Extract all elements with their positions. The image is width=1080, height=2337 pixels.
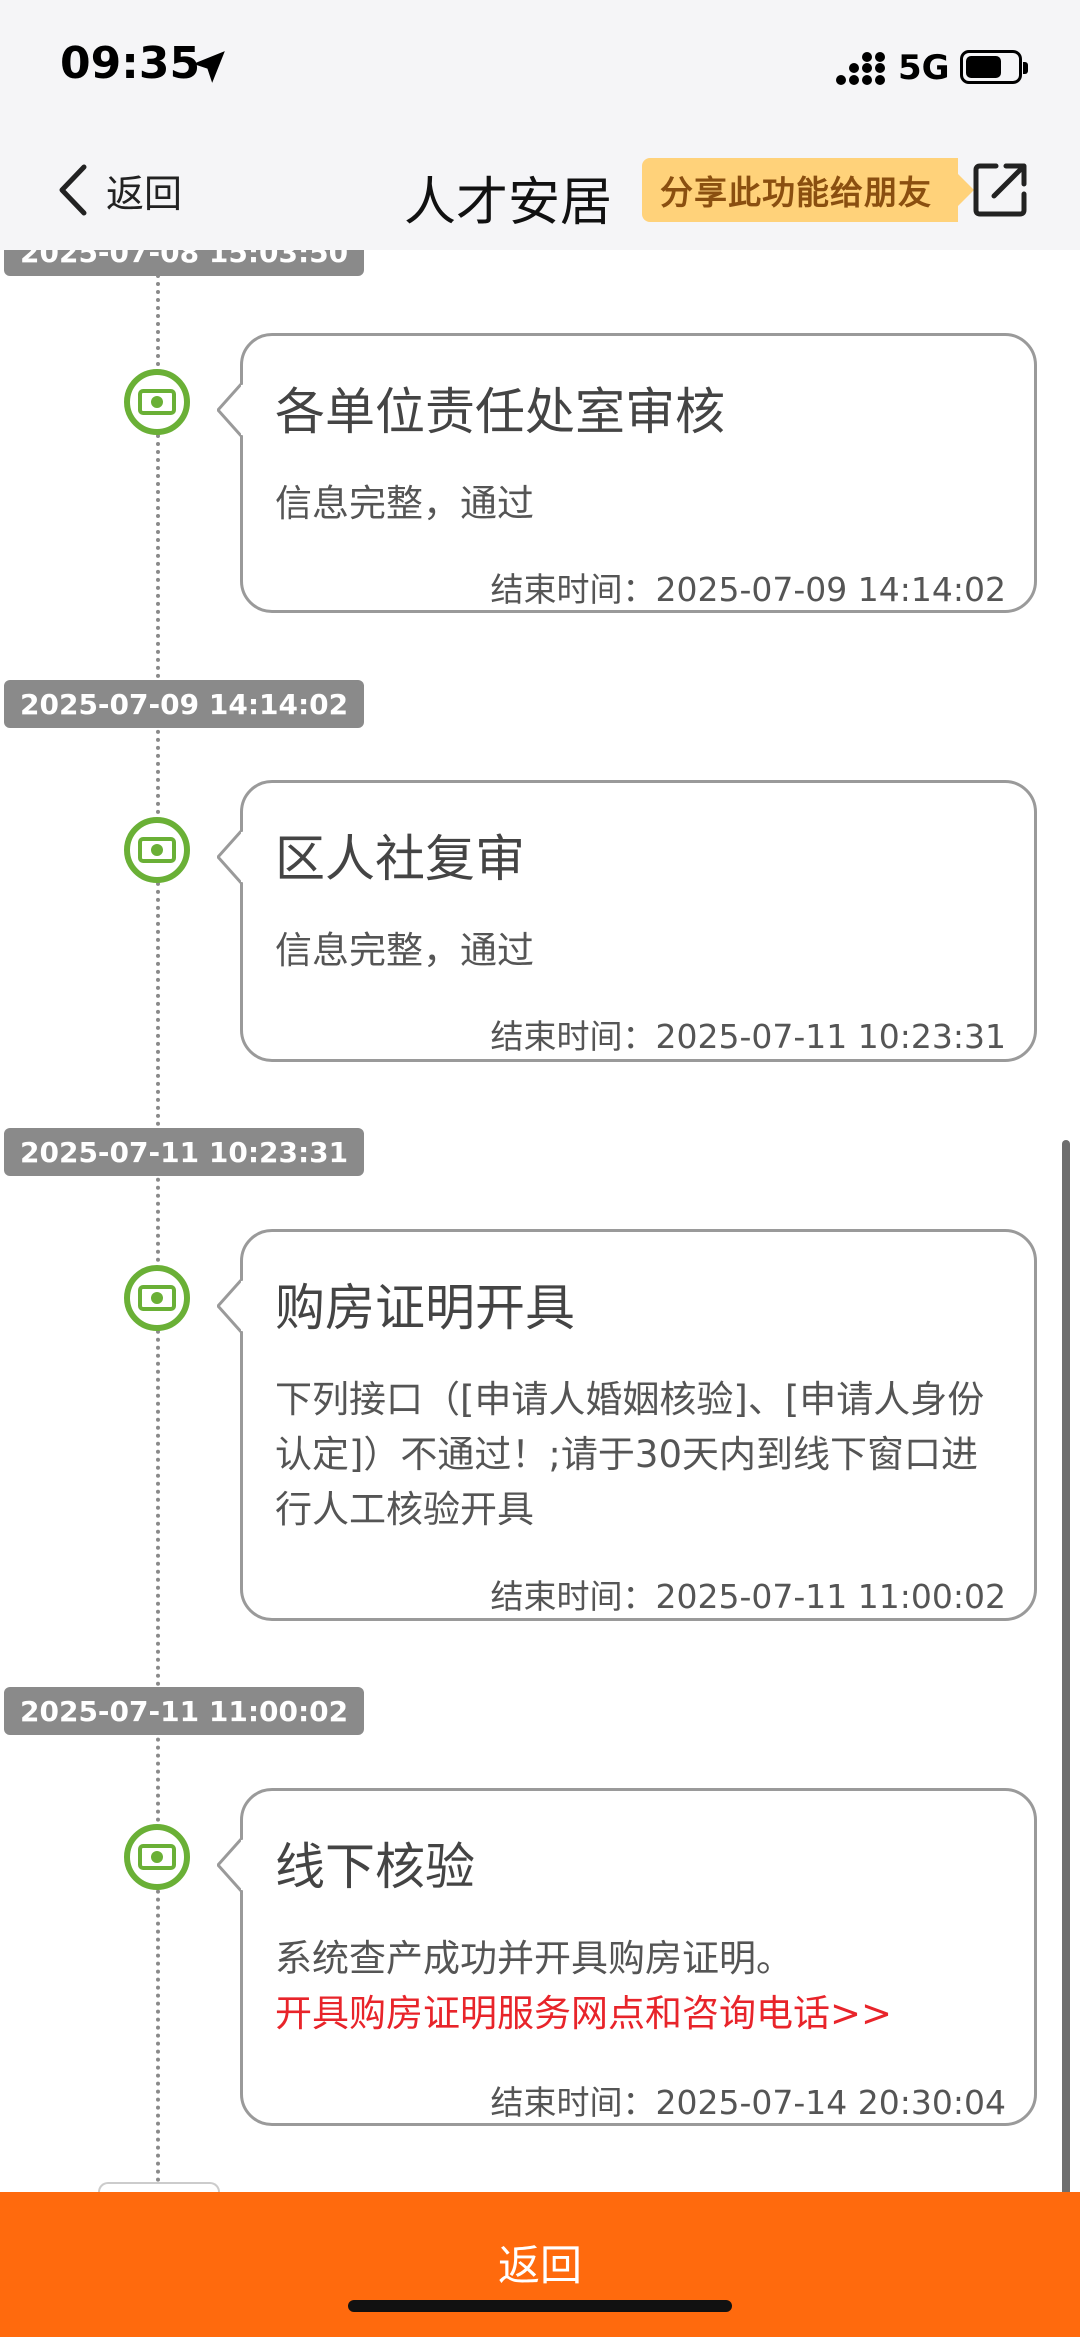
card-pointer [217,1278,243,1334]
bottom-return-button[interactable]: 返回 [0,2192,1080,2337]
card-pointer [217,829,243,885]
share-label: 分享此功能给朋友 [660,173,932,212]
share-icon[interactable] [970,160,1030,220]
card-pointer [217,382,243,438]
step-card: 区人社复审 信息完整，通过 结束时间：2025-07-11 10:23:31 [217,780,1037,1062]
step-end-time: 结束时间：2025-07-11 11:00:02 [490,1577,1006,1616]
step-title: 线下核验 [275,1838,475,1896]
scrollbar[interactable] [1062,1140,1070,2200]
app-screen: 09:35 5G 返回 人才安居 分享此功能给朋友 2025-07-08 15:… [0,0,1080,2337]
date-tag: 2025-07-11 10:23:31 [4,1128,365,1176]
battery-icon [960,50,1028,84]
step-title: 购房证明开具 [275,1279,575,1337]
step-title: 各单位责任处室审核 [275,383,725,441]
date-tag: 2025-07-11 11:00:02 [4,1687,365,1735]
service-outlet-link[interactable]: 开具购房证明服务网点和咨询电话>> [275,1986,892,2041]
step-desc: 信息完整，通过 [275,929,534,972]
step-title: 区人社复审 [275,830,525,888]
next-date-tag [98,2182,220,2192]
cash-icon [124,1265,190,1331]
signal-icon [836,52,885,85]
step-card: 购房证明开具 下列接口（[申请人婚姻核验]、[申请人身份 认定]）不通过！;请于… [217,1229,1037,1621]
timeline-line [156,250,160,2192]
date-tag: 2025-07-09 14:14:02 [4,680,365,728]
back-button[interactable]: 返回 [56,158,182,222]
step-end-time: 结束时间：2025-07-09 14:14:02 [490,570,1006,609]
cash-icon [124,1824,190,1890]
status-bar: 09:35 5G [0,0,1080,130]
step-desc: 信息完整，通过 [275,482,534,525]
timeline-content[interactable]: 2025-07-08 15:03:50 各单位责任处室审核 信息完整，通过 结束… [0,250,1080,2192]
cash-icon [124,369,190,435]
home-indicator[interactable] [348,2300,732,2312]
cash-icon [124,817,190,883]
card-pointer [217,1837,243,1893]
network-type: 5G [898,48,950,88]
date-tag: 2025-07-08 15:03:50 [4,250,365,276]
step-card: 线下核验 系统查产成功并开具购房证明。 开具购房证明服务网点和咨询电话>> 结束… [217,1788,1037,2126]
step-end-time: 结束时间：2025-07-14 20:30:04 [490,2083,1006,2122]
share-tag[interactable]: 分享此功能给朋友 [642,158,974,222]
bottom-return-label: 返回 [497,2241,582,2290]
status-time: 09:35 [60,38,201,89]
step-end-time: 结束时间：2025-07-11 10:23:31 [490,1017,1006,1056]
back-label: 返回 [106,171,183,216]
step-desc: 下列接口（[申请人婚姻核验]、[申请人身份 认定]）不通过！;请于30天内到线下… [275,1378,985,1531]
step-desc: 系统查产成功并开具购房证明。 [275,1937,793,1980]
chevron-left-icon [59,164,87,216]
step-card: 各单位责任处室审核 信息完整，通过 结束时间：2025-07-09 14:14:… [217,333,1037,613]
nav-bar: 返回 人才安居 分享此功能给朋友 [0,130,1080,250]
page-title: 人才安居 [404,173,613,233]
location-arrow-icon [193,51,225,83]
